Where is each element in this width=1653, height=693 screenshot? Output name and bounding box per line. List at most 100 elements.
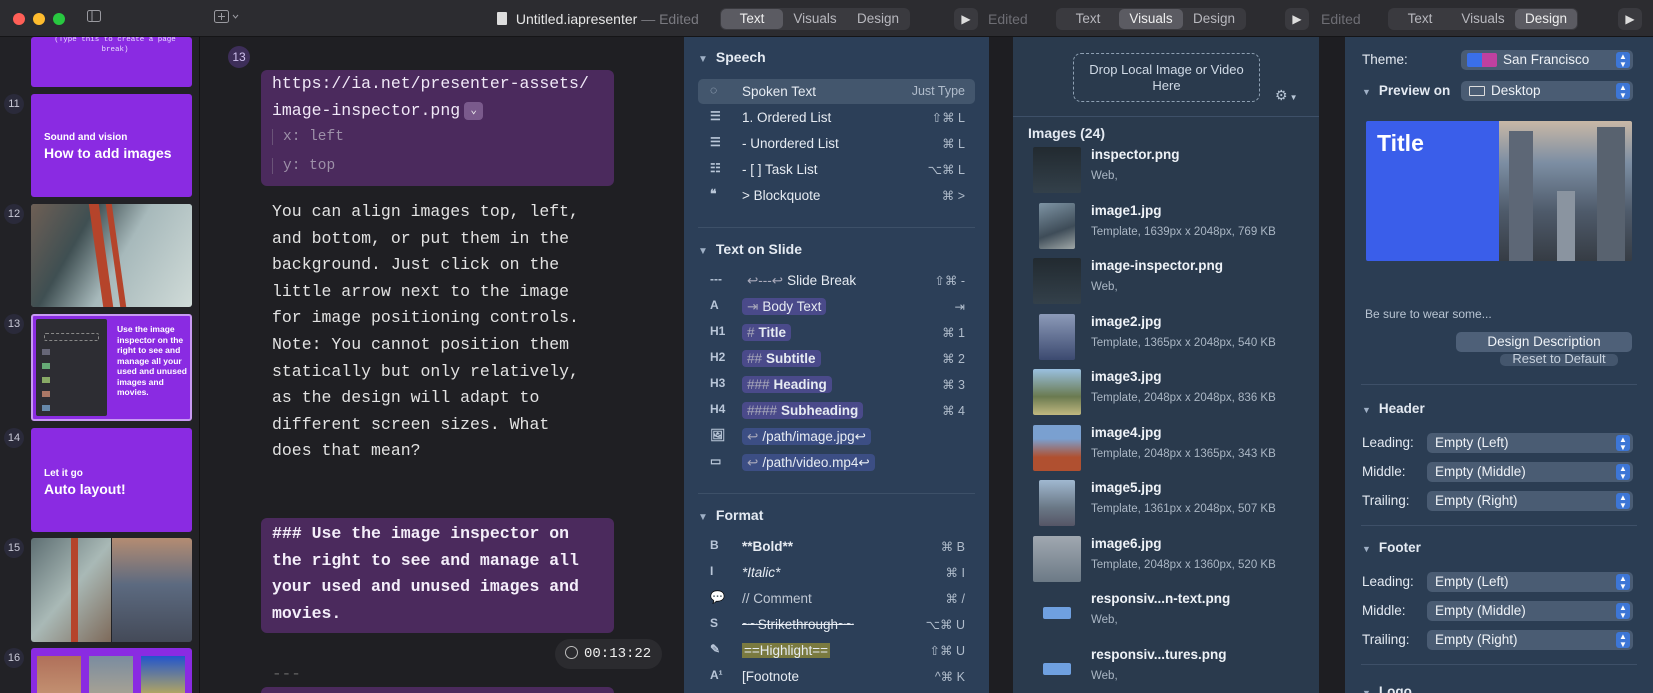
- section-speech[interactable]: ▼ Speech: [698, 49, 766, 65]
- slide-syntax-row-2[interactable]: A ⇥ Body Text ⇥: [698, 294, 975, 319]
- divider: [1361, 664, 1637, 665]
- close-window-button[interactable]: [13, 13, 25, 25]
- tab-design-2[interactable]: Design: [1183, 9, 1245, 29]
- slide-syntax-row-4[interactable]: H2 ## Subtitle ⌘ 2: [698, 346, 975, 371]
- format-row-5[interactable]: ✎ ==Highlight== ⇧⌘ U: [698, 638, 975, 663]
- slide-thumb-14[interactable]: Let it go Auto layout!: [31, 428, 192, 532]
- tab-text-3[interactable]: Text: [1389, 9, 1451, 29]
- syntax-label: Title: [758, 325, 787, 340]
- add-slide-icon[interactable]: [214, 10, 240, 26]
- slide-thumb-10[interactable]: (Type this to create a page break): [31, 37, 192, 87]
- footer-section[interactable]: ▼ Footer: [1362, 540, 1421, 555]
- play-icon-3: ▶: [1625, 12, 1635, 26]
- play-button-3[interactable]: ▶: [1618, 8, 1642, 30]
- gear-icon[interactable]: ⚙ ▼: [1275, 87, 1297, 104]
- slide-thumb-11[interactable]: Sound and vision How to add images: [31, 94, 192, 197]
- ordered-list-icon: ☰: [710, 109, 721, 123]
- format-row-6[interactable]: A¹ [Footnote ^⌘ K: [698, 664, 975, 689]
- format-row-1[interactable]: B **Bold** ⌘ B: [698, 534, 975, 559]
- text-editor[interactable]: 13 https://ia.net/presenter-assets/ imag…: [200, 37, 684, 693]
- image-list-item[interactable]: responsiv...n-text.png Web,: [1033, 591, 1313, 641]
- syntax-tag: ↩/path/image.jpg↩: [742, 428, 871, 445]
- logo-title: Logo: [1378, 684, 1412, 693]
- zoom-window-button[interactable]: [53, 13, 65, 25]
- slide-thumb-text: Use the image inspector on the right to …: [117, 324, 187, 397]
- play-button-2[interactable]: ▶: [1285, 8, 1309, 30]
- syntax-prefix: ↩: [747, 455, 759, 470]
- chevron-down-icon[interactable]: ⌄: [464, 101, 484, 120]
- image-list-item[interactable]: image1.jpg Template, 1639px x 2048px, 769…: [1033, 202, 1313, 253]
- image-list-item[interactable]: image5.jpg Template, 1361px x 2048px, 507…: [1033, 480, 1313, 530]
- tab-visuals-2[interactable]: Visuals: [1119, 9, 1183, 29]
- tab-visuals[interactable]: Visuals: [783, 9, 847, 29]
- sidebar-toggle-icon[interactable]: [87, 10, 101, 25]
- paragraph-line: and bottom, or put them in the: [272, 228, 570, 248]
- image-list-item[interactable]: responsiv...tures.png Web,: [1033, 646, 1313, 693]
- speech-row-4[interactable]: ☷ - [ ] Task List ⌥⌘ L: [698, 157, 975, 182]
- preview-device-select[interactable]: Desktop ▲ ▼: [1461, 81, 1633, 101]
- slide-syntax-row-8[interactable]: ▭ ↩/path/video.mp4↩: [698, 450, 975, 475]
- speech-row-5[interactable]: ❝ > Blockquote ⌘ >: [698, 183, 975, 208]
- slide-number: 14: [4, 428, 24, 448]
- theme-select[interactable]: San Francisco ▲ ▼: [1461, 50, 1633, 70]
- slide-thumb-12[interactable]: [31, 204, 192, 307]
- row-label: // Comment: [742, 591, 812, 606]
- format-row-2[interactable]: I *Italic* ⌘ I: [698, 560, 975, 585]
- speech-row-3[interactable]: ☰ - Unordered List ⌘ L: [698, 131, 975, 156]
- preview-on-toggle[interactable]: ▼ Preview on: [1362, 83, 1450, 98]
- speech-row-1[interactable]: ◌ Spoken Text Just Type: [698, 79, 975, 104]
- design-description-button[interactable]: Design Description: [1456, 332, 1632, 352]
- tab-visuals-3[interactable]: Visuals: [1451, 9, 1515, 29]
- slide-thumb-16[interactable]: [31, 648, 192, 693]
- image-meta: Web,: [1091, 170, 1118, 182]
- format-row-3[interactable]: 💬 // Comment ⌘ /: [698, 586, 975, 611]
- slide-thumb-15[interactable]: [31, 538, 192, 642]
- syntax-icon: 🖼: [710, 428, 726, 442]
- paragraph-line: little arrow next to the image: [272, 281, 570, 301]
- slide-thumb-13-selected[interactable]: Use the image inspector on the right to …: [31, 314, 192, 421]
- slide-syntax-row-5[interactable]: H3 ### Heading ⌘ 3: [698, 372, 975, 397]
- image-list-item[interactable]: image6.jpg Template, 2048px x 1360px, 520…: [1033, 535, 1313, 586]
- speech-row-2[interactable]: ☰ 1. Ordered List ⇧⌘ L: [698, 105, 975, 130]
- syntax-label: /path/image.jpg↩: [762, 429, 866, 444]
- minimize-window-button[interactable]: [33, 13, 45, 25]
- image-list-item[interactable]: image4.jpg Template, 2048px x 1365px, 343…: [1033, 424, 1313, 475]
- slide-syntax-row-1[interactable]: --- ↩---↩ Slide Break ⇧⌘ -: [698, 268, 975, 293]
- slide-separator: ---: [272, 665, 301, 683]
- logo-section[interactable]: ▼ Logo: [1362, 684, 1412, 693]
- syntax-prefix: ⇥: [747, 299, 759, 314]
- image-list-item[interactable]: image2.jpg Template, 1365px x 2048px, 540…: [1033, 313, 1313, 364]
- footer-middle-select[interactable]: Empty (Middle) ▲ ▼: [1427, 601, 1633, 621]
- slide-syntax-row-6[interactable]: H4 #### Subheading ⌘ 4: [698, 398, 975, 423]
- image-thumbnail: [1033, 258, 1081, 304]
- header-middle-select[interactable]: Empty (Middle) ▲ ▼: [1427, 462, 1633, 482]
- drop-zone[interactable]: Drop Local Image or Video Here: [1073, 53, 1260, 102]
- play-button[interactable]: ▶: [954, 8, 978, 30]
- row-shortcut: ⇥: [954, 300, 965, 314]
- footer-leading-select[interactable]: Empty (Left) ▲ ▼: [1427, 572, 1633, 592]
- header-section[interactable]: ▼ Header: [1362, 401, 1425, 416]
- section-format[interactable]: ▼ Format: [698, 507, 763, 523]
- slide-syntax-row-7[interactable]: 🖼 ↩/path/image.jpg↩: [698, 424, 975, 449]
- design-inspector-panel: Theme: San Francisco ▲ ▼ ▼ Preview on Desk…: [1345, 37, 1653, 693]
- image-list-item[interactable]: image-inspector.png Web,: [1033, 258, 1313, 308]
- reset-to-default-button[interactable]: Reset to Default: [1500, 354, 1618, 366]
- image-list-item[interactable]: image3.jpg Template, 2048px x 2048px, 836…: [1033, 369, 1313, 419]
- format-row-4[interactable]: S ~~Strikethrough~~ ⌥⌘ U: [698, 612, 975, 637]
- theme-value: San Francisco: [1503, 52, 1590, 67]
- header-leading-select[interactable]: Empty (Left) ▲ ▼: [1427, 433, 1633, 453]
- header-trailing-select[interactable]: Empty (Right) ▲ ▼: [1427, 491, 1633, 511]
- image-list-item[interactable]: inspector.png Web,: [1033, 147, 1313, 197]
- tab-text[interactable]: Text: [721, 9, 783, 29]
- edited-label-3: Edited: [1321, 11, 1361, 27]
- footer-trailing-select[interactable]: Empty (Right) ▲ ▼: [1427, 630, 1633, 650]
- timer-badge[interactable]: 00:13:22: [555, 639, 662, 669]
- tab-design[interactable]: Design: [847, 9, 909, 29]
- tab-text-2[interactable]: Text: [1057, 9, 1119, 29]
- section-text-on-slide[interactable]: ▼ Text on Slide: [698, 241, 802, 257]
- row-shortcut: ⌥⌘ L: [927, 163, 965, 177]
- slide-syntax-row-3[interactable]: H1 # Title ⌘ 1: [698, 320, 975, 345]
- city-photo: [112, 538, 192, 642]
- syntax-prefix: ###: [747, 377, 770, 392]
- tab-design-3[interactable]: Design: [1515, 9, 1577, 29]
